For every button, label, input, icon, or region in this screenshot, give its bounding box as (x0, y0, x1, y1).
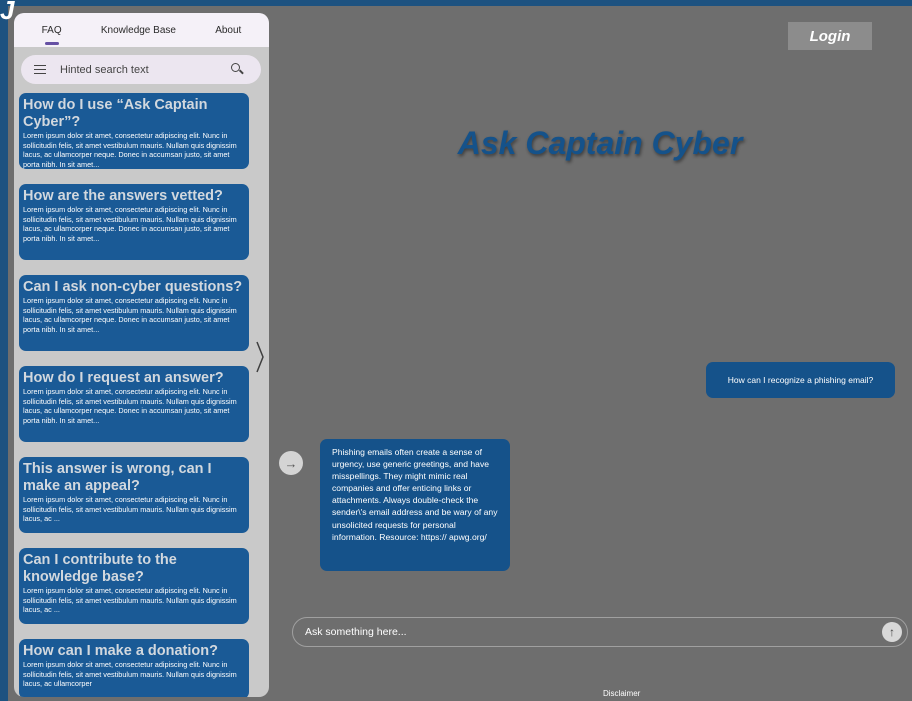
corner-glyph: J (0, 0, 15, 25)
search-icon[interactable] (229, 62, 251, 77)
user-message-bubble: How can I recognize a phishing email? (706, 362, 895, 398)
faq-item-title: Can I ask non-cyber questions? (23, 279, 243, 295)
tab-bar: FAQ Knowledge Base About (14, 13, 269, 47)
menu-icon[interactable] (34, 62, 46, 77)
faq-item-body: Lorem ipsum dolor sit amet, consectetur … (23, 205, 237, 243)
faq-item-body: Lorem ipsum dolor sit amet, consectetur … (23, 296, 237, 334)
faq-item-contribute[interactable]: Can I contribute to the knowledge base? … (19, 548, 249, 624)
login-button[interactable]: Login (788, 22, 872, 50)
faq-item-donation[interactable]: How can I make a donation? Lorem ipsum d… (19, 639, 249, 697)
disclaimer-link[interactable]: Disclaimer (603, 689, 640, 698)
page-title: Ask Captain Cyber (457, 125, 743, 161)
faq-item-request-answer[interactable]: How do I request an answer? Lorem ipsum … (19, 366, 249, 442)
faq-item-body: Lorem ipsum dolor sit amet, consectetur … (23, 586, 237, 615)
faq-item-body: Lorem ipsum dolor sit amet, consectetur … (23, 660, 237, 689)
send-button[interactable]: ↑ (882, 622, 902, 642)
faq-item-body: Lorem ipsum dolor sit amet, consectetur … (23, 131, 237, 169)
faq-item-title: How are the answers vetted? (23, 188, 223, 204)
ask-input[interactable] (303, 625, 882, 639)
search-input[interactable] (58, 62, 229, 77)
search-bar (21, 55, 261, 84)
faq-item-appeal[interactable]: This answer is wrong, can I make an appe… (19, 457, 249, 533)
arrow-right-icon: → (279, 451, 303, 475)
chevron-right-icon[interactable] (255, 340, 265, 374)
bot-message-bubble: Phishing emails often create a sense of … (320, 439, 510, 571)
faq-item-body: Lorem ipsum dolor sit amet, consectetur … (23, 387, 237, 425)
faq-item-title: How can I make a donation? (23, 643, 218, 659)
faq-item-title: This answer is wrong, can I make an appe… (23, 461, 212, 494)
faq-sidebar: FAQ Knowledge Base About How do I use “A… (14, 13, 269, 697)
tab-knowledge-base[interactable]: Knowledge Base (95, 19, 182, 42)
tab-about[interactable]: About (209, 19, 247, 42)
arrow-up-icon: ↑ (889, 625, 895, 639)
faq-item-title: Can I contribute to the knowledge base? (23, 552, 177, 585)
faq-item-use-captain-cyber[interactable]: How do I use “Ask Captain Cyber”? Lorem … (19, 93, 249, 169)
faq-item-answers-vetted[interactable]: How are the answers vetted? Lorem ipsum … (19, 184, 249, 260)
ask-bar: ↑ (292, 617, 908, 647)
faq-item-title: How do I request an answer? (23, 370, 224, 386)
tab-faq[interactable]: FAQ (36, 19, 68, 45)
faq-item-non-cyber[interactable]: Can I ask non-cyber questions? Lorem ips… (19, 275, 249, 351)
faq-item-body: Lorem ipsum dolor sit amet, consectetur … (23, 495, 237, 524)
faq-item-title: How do I use “Ask Captain Cyber”? (23, 97, 208, 130)
